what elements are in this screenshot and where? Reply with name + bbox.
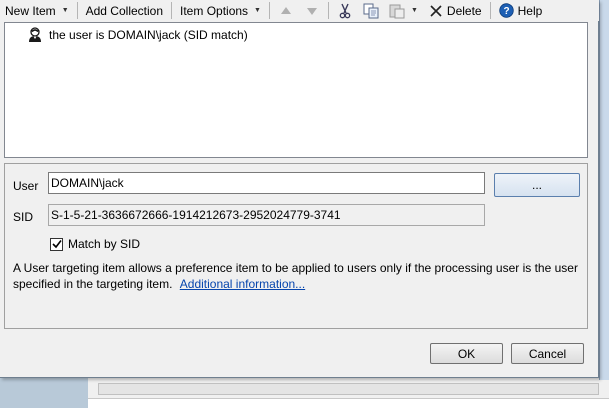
sid-label: SID — [13, 210, 34, 224]
description-text: A User targeting item allows a preferenc… — [13, 260, 578, 292]
window-frame-edge — [599, 0, 609, 380]
arrow-up-icon — [278, 3, 294, 19]
paste-button[interactable]: ▼ — [384, 1, 423, 20]
paste-icon — [389, 3, 405, 19]
toolbar-separator — [327, 2, 329, 19]
match-by-sid-label: Match by SID — [68, 237, 141, 251]
help-button[interactable]: ? Help — [494, 1, 548, 20]
toolbar-separator — [171, 2, 173, 19]
user-label: User — [13, 179, 39, 193]
user-field[interactable]: DOMAIN\jack — [48, 172, 485, 194]
add-collection-label: Add Collection — [85, 3, 164, 18]
browse-label: ... — [531, 178, 542, 192]
targeting-item-list[interactable]: the user is DOMAIN\jack (SID match) — [4, 22, 588, 158]
match-by-sid-checkbox[interactable] — [50, 237, 63, 251]
toolbar-separator — [489, 2, 491, 19]
delete-button[interactable]: Delete — [423, 1, 487, 20]
toolbar-separator — [268, 2, 270, 19]
user-icon — [27, 27, 43, 43]
checkmark-icon — [51, 240, 62, 249]
item-options-button[interactable]: Item Options ▼ — [175, 1, 266, 20]
dropdown-arrow-icon: ▼ — [410, 7, 418, 14]
cancel-button[interactable]: Cancel — [511, 343, 584, 364]
background-window-strip — [88, 398, 609, 408]
move-down-button[interactable] — [299, 1, 325, 20]
toolbar-separator — [76, 2, 78, 19]
list-item[interactable]: the user is DOMAIN\jack (SID match) — [27, 26, 248, 44]
match-by-sid-option[interactable]: Match by SID — [50, 237, 140, 251]
delete-label: Delete — [446, 3, 482, 18]
sid-field[interactable]: S-1-5-21-3636672666-1914212673-295202477… — [48, 204, 485, 226]
add-collection-button[interactable]: Add Collection — [81, 1, 168, 20]
new-item-button[interactable]: New Item ▼ — [0, 1, 74, 20]
scissors-icon — [337, 3, 353, 19]
ok-label: OK — [457, 346, 476, 361]
help-label: Help — [517, 3, 543, 18]
cut-button[interactable] — [332, 1, 358, 20]
targeting-editor-dialog: New Item ▼ Add Collection Item Options ▼ — [0, 0, 599, 378]
help-icon: ? — [499, 3, 515, 19]
move-up-button[interactable] — [273, 1, 299, 20]
ok-button[interactable]: OK — [430, 343, 503, 364]
browse-button[interactable]: ... — [494, 173, 580, 197]
new-item-label: New Item — [5, 3, 56, 18]
svg-text:?: ? — [504, 6, 510, 17]
cancel-label: Cancel — [528, 346, 567, 361]
item-options-label: Item Options — [180, 3, 249, 18]
copy-icon — [363, 3, 379, 19]
copy-button[interactable] — [358, 1, 384, 20]
additional-information-link[interactable]: Additional information... — [180, 277, 305, 291]
delete-x-icon — [428, 3, 444, 19]
toolbar: New Item ▼ Add Collection Item Options ▼ — [0, 0, 599, 21]
list-item-label: the user is DOMAIN\jack (SID match) — [49, 28, 248, 42]
properties-panel: User DOMAIN\jack ... SID S-1-5-21-363667… — [4, 163, 588, 329]
dropdown-arrow-icon: ▼ — [61, 7, 69, 14]
dropdown-arrow-icon: ▼ — [254, 7, 261, 14]
arrow-down-icon — [304, 3, 320, 19]
background-window-bar — [98, 383, 599, 395]
